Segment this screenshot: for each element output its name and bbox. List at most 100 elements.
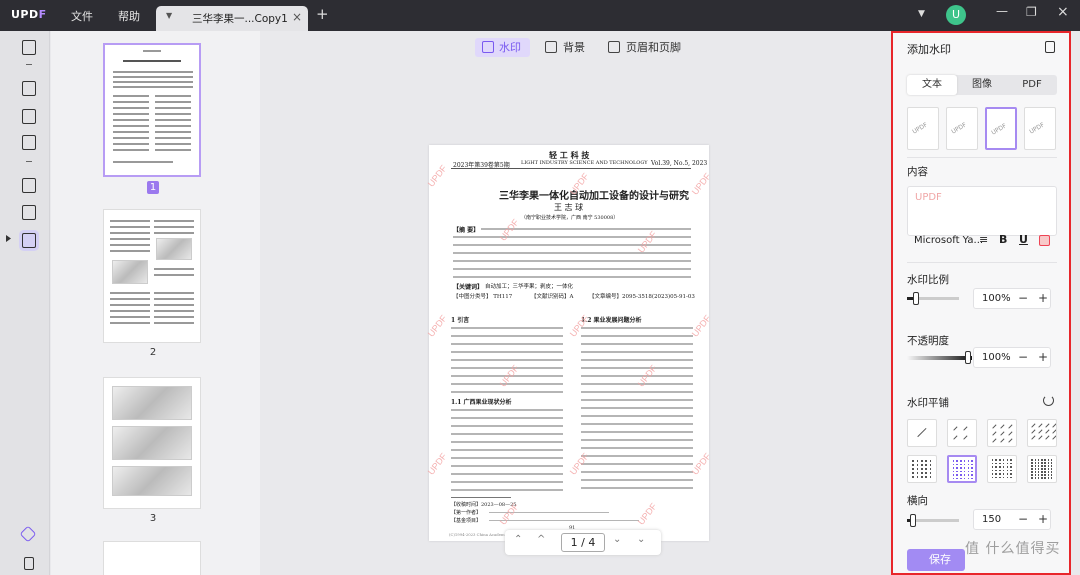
prev-page-icon[interactable]: ^ <box>537 534 545 545</box>
minimize-icon[interactable]: — <box>996 4 1008 18</box>
save-template-icon[interactable] <box>1045 41 1055 53</box>
tile-dot <box>956 463 959 466</box>
decrease-icon[interactable]: − <box>1018 512 1028 526</box>
tile-option-1[interactable] <box>907 419 937 447</box>
color-swatch-icon[interactable] <box>1039 235 1050 246</box>
tile-dot <box>1010 473 1012 475</box>
avatar[interactable]: U <box>946 5 966 25</box>
decrease-icon[interactable]: − <box>1018 350 1028 364</box>
page-thumbnail-3[interactable] <box>103 377 201 509</box>
author: 王 志 球 <box>554 203 584 212</box>
style-option-4[interactable]: UPDF <box>1024 107 1056 150</box>
watermark-tool-icon[interactable] <box>22 233 36 248</box>
comment-icon[interactable] <box>22 81 36 96</box>
tile-option-6[interactable] <box>947 455 977 483</box>
reader-icon[interactable] <box>22 40 36 55</box>
tile-dot <box>921 472 923 474</box>
increase-icon[interactable]: + <box>1038 512 1048 526</box>
tile-option-3[interactable] <box>987 419 1017 447</box>
tile-dot <box>1050 474 1053 476</box>
bookmark-icon[interactable] <box>24 557 34 570</box>
increase-icon[interactable]: + <box>1038 350 1048 364</box>
tile-dot <box>1034 474 1037 476</box>
tile-dot <box>956 470 959 473</box>
reset-icon[interactable] <box>1043 395 1054 406</box>
layers-icon[interactable] <box>19 525 37 543</box>
last-page-icon[interactable]: ⌄ <box>637 534 645 545</box>
font-select[interactable]: Microsoft Ya... <box>914 235 983 246</box>
page-thumbnail-2[interactable] <box>103 209 201 343</box>
watermark-text: UPDF <box>635 501 659 527</box>
tile-dot <box>1041 468 1043 470</box>
menu-file[interactable]: 文件 <box>71 8 93 24</box>
keywords-label: 【关键词】 <box>453 284 484 291</box>
tile-dot <box>1041 459 1043 461</box>
watermark-button[interactable]: 水印 <box>475 38 530 57</box>
tile-dot <box>1041 462 1043 464</box>
horizontal-slider[interactable] <box>907 514 959 527</box>
edit-icon[interactable] <box>22 109 36 124</box>
watermark-text-input[interactable]: UPDF <box>907 186 1057 236</box>
page-input[interactable]: 1 / 4 <box>561 533 605 552</box>
decrease-icon[interactable]: − <box>1018 291 1028 305</box>
expand-arrow-icon[interactable] <box>6 235 11 242</box>
tile-option-5[interactable] <box>907 455 937 483</box>
slider-handle[interactable] <box>965 351 971 364</box>
tile-dot <box>1002 466 1005 468</box>
tile-dot <box>1037 477 1040 479</box>
tile-dot <box>963 470 966 473</box>
scale-slider[interactable] <box>907 292 959 305</box>
save-button[interactable]: 保存 <box>907 549 965 571</box>
tile-option-7[interactable] <box>987 455 1017 483</box>
increase-icon[interactable]: + <box>1038 291 1048 305</box>
page-thumbnail-1[interactable] <box>103 43 201 177</box>
tab-image[interactable]: 图像 <box>957 75 1007 95</box>
watermark-text: UPDF <box>425 313 449 339</box>
first-page-icon[interactable]: ⌃ <box>514 534 522 545</box>
tile-dot <box>912 460 914 462</box>
tile-dot <box>999 462 1001 465</box>
tile-option-4[interactable] <box>1027 419 1057 447</box>
page-layout-icon[interactable] <box>22 135 36 150</box>
next-page-icon[interactable]: ⌄ <box>613 534 621 545</box>
style-option-2[interactable]: UPDF <box>946 107 978 150</box>
tile-dot <box>960 467 962 469</box>
opacity-input[interactable]: 100% − + <box>973 347 1051 368</box>
page-thumbnail-4[interactable] <box>103 541 201 575</box>
close-window-icon[interactable]: × <box>1057 4 1069 20</box>
style-option-3[interactable]: UPDF <box>985 107 1017 150</box>
header-footer-button[interactable]: 页眉和页脚 <box>606 38 681 57</box>
tab-pdf[interactable]: PDF <box>1007 75 1057 95</box>
new-tab-icon[interactable]: + <box>316 5 329 23</box>
horizontal-input[interactable]: 150− + <box>973 509 1051 530</box>
slider-handle[interactable] <box>913 292 919 305</box>
tile-option-2[interactable] <box>947 419 977 447</box>
watermark-text: UPDF <box>689 451 713 477</box>
organize-pages-icon[interactable] <box>22 178 36 193</box>
section-1: 1 引言 <box>451 317 470 324</box>
content-label: 内容 <box>907 166 928 178</box>
document-tab[interactable]: ▼ 三华李果一...Copy1 × <box>156 6 308 31</box>
watermark-text: UPDF <box>425 451 449 477</box>
watermark-text: UPDF <box>425 163 449 189</box>
scale-input[interactable]: 100% − + <box>973 288 1051 309</box>
crop-icon[interactable] <box>22 205 36 220</box>
tile-dot <box>1031 462 1033 464</box>
background-button[interactable]: 背景 <box>543 38 585 57</box>
received-date: 【收稿时间】2023—08—25 <box>451 502 517 508</box>
style-option-1[interactable]: UPDF <box>907 107 939 150</box>
align-icon[interactable]: ≡ <box>979 233 988 246</box>
opacity-slider[interactable] <box>907 356 972 360</box>
underline-icon[interactable]: U <box>1019 233 1028 246</box>
tab-text[interactable]: 文本 <box>907 75 957 95</box>
tab-dropdown-icon[interactable]: ▼ <box>166 11 172 20</box>
chevron-down-icon[interactable]: ▼ <box>918 9 925 19</box>
tile-dot <box>925 476 927 478</box>
close-tab-icon[interactable]: × <box>292 10 302 24</box>
menu-help[interactable]: 帮助 <box>118 8 140 24</box>
bold-icon[interactable]: B <box>999 233 1007 246</box>
tile-dot <box>1010 476 1012 479</box>
tile-option-8[interactable] <box>1027 455 1057 483</box>
slider-handle[interactable] <box>910 514 916 527</box>
restore-icon[interactable]: ❐ <box>1026 5 1037 19</box>
